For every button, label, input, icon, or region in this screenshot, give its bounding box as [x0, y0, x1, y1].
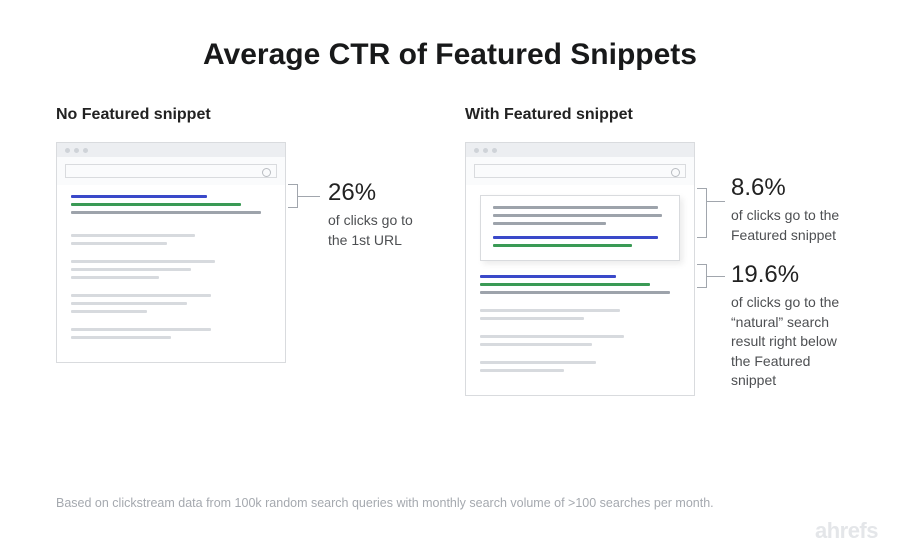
page-title: Average CTR of Featured Snippets [0, 0, 900, 72]
col-with-snippet: With Featured snippet [465, 106, 844, 396]
window-dot-icon [492, 148, 497, 153]
desc-organic: of clicks go to the “natural” search res… [731, 293, 844, 391]
pct-left: 26% [328, 179, 435, 207]
window-dot-icon [65, 148, 70, 153]
anno-snippet: 8.6% of clicks go to the Featured snippe… [731, 174, 844, 245]
footnote: Based on clickstream data from 100k rand… [56, 496, 844, 510]
lead-organic [707, 276, 725, 277]
lead-left [298, 196, 320, 197]
col-no-snippet: No Featured snippet [56, 106, 435, 396]
first-organic-result [480, 275, 680, 294]
featured-snippet-card [480, 195, 680, 261]
heading-with-snippet: With Featured snippet [465, 106, 844, 124]
browser-chrome-dots [57, 143, 285, 157]
window-dot-icon [83, 148, 88, 153]
lead-snippet [707, 201, 725, 202]
first-result [71, 195, 271, 214]
anno-left: 26% of clicks go to the 1st URL [328, 179, 435, 250]
desc-snippet: of clicks go to the Featured snippet [731, 206, 844, 245]
bracket-organic [697, 264, 707, 288]
ahrefs-logo: ahrefs [815, 518, 878, 544]
columns: No Featured snippet [0, 72, 900, 396]
desc-left: of clicks go to the 1st URL [328, 211, 435, 250]
anno-organic: 19.6% of clicks go to the “natural” sear… [731, 261, 844, 391]
heading-no-snippet: No Featured snippet [56, 106, 435, 124]
bracket-snippet [697, 188, 707, 238]
browser-mock-right [465, 142, 695, 396]
browser-url-bar [65, 164, 277, 178]
window-dot-icon [74, 148, 79, 153]
browser-url-bar [474, 164, 686, 178]
window-dot-icon [474, 148, 479, 153]
browser-mock-left [56, 142, 286, 363]
bracket-left [288, 184, 298, 208]
pct-snippet: 8.6% [731, 174, 844, 202]
browser-chrome-dots [466, 143, 694, 157]
pct-organic: 19.6% [731, 261, 844, 289]
serp-body-right [466, 185, 694, 395]
window-dot-icon [483, 148, 488, 153]
serp-body-left [57, 185, 285, 362]
